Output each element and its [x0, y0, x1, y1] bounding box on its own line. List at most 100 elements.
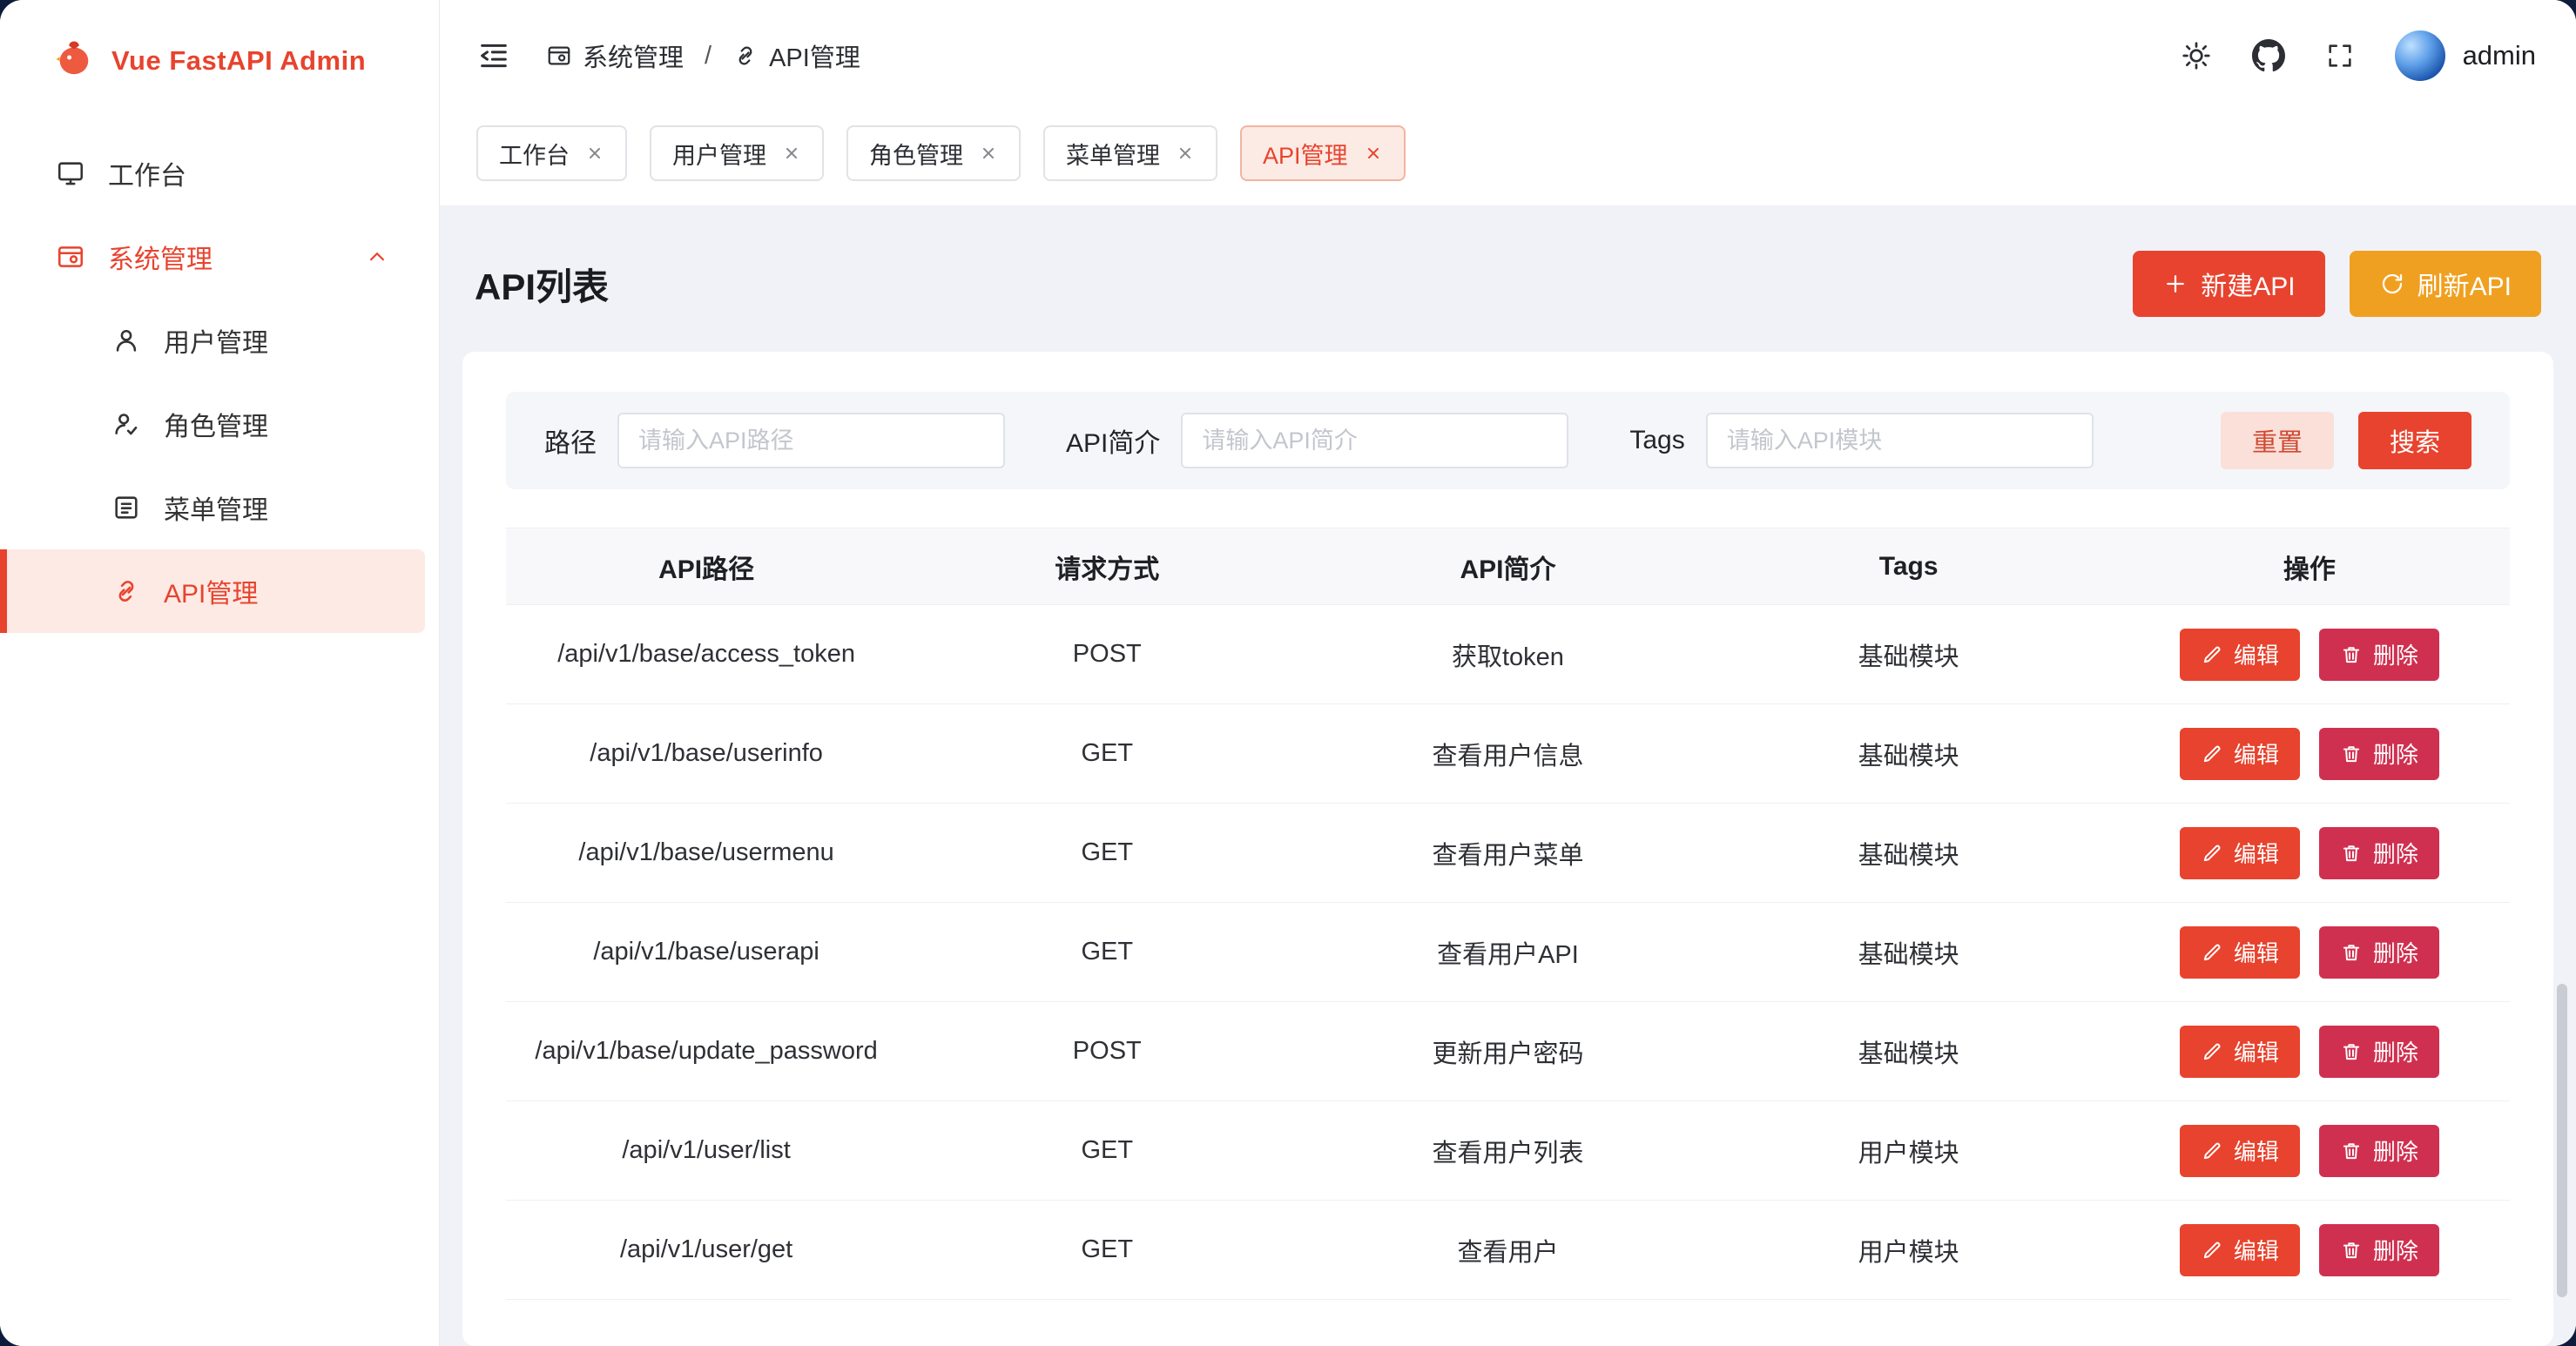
cell-api-path: /api/v1/base/userapi — [506, 903, 907, 1002]
delete-button[interactable]: 删除 — [2319, 1026, 2439, 1078]
sidebar-item-system[interactable]: 系统管理 — [0, 215, 425, 299]
cell-summary: 查看用户API — [1307, 903, 1708, 1002]
delete-button-label: 删除 — [2373, 638, 2418, 670]
delete-button[interactable]: 删除 — [2319, 1125, 2439, 1177]
sidebar-item-users[interactable]: 用户管理 — [0, 299, 425, 382]
path-filter-input[interactable] — [617, 413, 1005, 468]
pencil-icon — [2201, 1140, 2223, 1162]
cell-actions: 编辑 删除 — [2109, 605, 2510, 704]
trash-icon — [2340, 842, 2363, 865]
edit-button[interactable]: 编辑 — [2180, 1125, 2300, 1177]
theme-sun-icon[interactable] — [2181, 40, 2212, 71]
tab-label: API管理 — [1263, 137, 1348, 171]
app-window: Vue FastAPI Admin 工作台 系统管理 — [0, 0, 2576, 1346]
summary-filter-input[interactable] — [1181, 413, 1568, 468]
edit-button[interactable]: 编辑 — [2180, 629, 2300, 681]
user-menu[interactable]: admin — [2395, 30, 2536, 81]
cell-tags: 基础模块 — [1709, 605, 2109, 704]
tab-close-icon[interactable] — [1364, 144, 1383, 163]
tab-close-icon[interactable] — [585, 144, 604, 163]
filter-bar: 路径 API简介 Tags 重置 搜索 — [506, 392, 2510, 489]
breadcrumb-label: API管理 — [769, 37, 860, 74]
tab-label: 菜单管理 — [1066, 137, 1160, 171]
pencil-icon — [2201, 941, 2223, 964]
sidebar-item-label: 系统管理 — [108, 238, 212, 276]
tab-close-icon[interactable] — [782, 144, 801, 163]
breadcrumb: 系统管理 / API管理 — [546, 37, 860, 74]
delete-button[interactable]: 删除 — [2319, 728, 2439, 780]
edit-button-label: 编辑 — [2234, 1134, 2279, 1167]
create-api-label: 新建API — [2201, 265, 2295, 303]
delete-button-label: 删除 — [2373, 837, 2418, 869]
delete-button[interactable]: 删除 — [2319, 629, 2439, 681]
tab[interactable]: 菜单管理 — [1043, 125, 1217, 181]
github-icon[interactable] — [2252, 39, 2285, 72]
vertical-scrollbar-thumb[interactable] — [2557, 984, 2567, 1297]
breadcrumb-item-system[interactable]: 系统管理 — [546, 37, 684, 74]
cell-tags: 基础模块 — [1709, 1002, 2109, 1101]
cell-summary: 查看用户 — [1307, 1201, 1708, 1300]
sidebar-item-roles[interactable]: 角色管理 — [0, 382, 425, 466]
col-tags: Tags — [1709, 528, 2109, 605]
brand: Vue FastAPI Admin — [0, 0, 439, 105]
tab[interactable]: 用户管理 — [650, 125, 824, 181]
main-area: 系统管理 / API管理 — [440, 0, 2576, 1346]
cell-summary: 查看用户列表 — [1307, 1101, 1708, 1201]
delete-button[interactable]: 删除 — [2319, 827, 2439, 879]
table-row: /api/v1/user/get GET 查看用户 用户模块 — [506, 1201, 2510, 1300]
delete-button-label: 删除 — [2373, 1234, 2418, 1266]
chick-logo-icon — [54, 38, 94, 83]
refresh-api-button[interactable]: 刷新API — [2350, 251, 2541, 317]
page-head: API列表 新建API 刷新API — [462, 205, 2553, 352]
search-button[interactable]: 搜索 — [2358, 412, 2471, 469]
sidebar-item-workbench[interactable]: 工作台 — [0, 131, 425, 215]
table-row: /api/v1/base/userinfo GET 查看用户信息 基础模块 — [506, 704, 2510, 804]
tabs-bar: 工作台 用户管理 — [440, 111, 2576, 205]
cell-tags: 用户模块 — [1709, 1101, 2109, 1201]
sidebar-item-label: 工作台 — [108, 154, 186, 192]
delete-button-label: 删除 — [2373, 1134, 2418, 1167]
trash-icon — [2340, 643, 2363, 666]
system-settings-icon — [546, 43, 572, 69]
tab[interactable]: API管理 — [1240, 125, 1406, 181]
user-icon — [111, 326, 141, 355]
sidebar: Vue FastAPI Admin 工作台 系统管理 — [0, 0, 440, 1346]
tab[interactable]: 工作台 — [476, 125, 627, 181]
edit-button[interactable]: 编辑 — [2180, 926, 2300, 979]
delete-button-label: 删除 — [2373, 1035, 2418, 1067]
api-link-icon — [732, 43, 759, 69]
tab[interactable]: 角色管理 — [846, 125, 1021, 181]
reset-button[interactable]: 重置 — [2221, 412, 2334, 469]
pencil-icon — [2201, 1040, 2223, 1063]
trash-icon — [2340, 1040, 2363, 1063]
plus-icon — [2162, 271, 2188, 297]
edit-button-label: 编辑 — [2234, 1035, 2279, 1067]
breadcrumb-item-api[interactable]: API管理 — [732, 37, 860, 74]
sidebar-collapse-icon[interactable] — [476, 38, 511, 73]
trash-icon — [2340, 1140, 2363, 1162]
edit-button-label: 编辑 — [2234, 936, 2279, 968]
edit-button[interactable]: 编辑 — [2180, 1026, 2300, 1078]
role-icon — [111, 409, 141, 439]
fullscreen-icon[interactable] — [2325, 41, 2355, 71]
create-api-button[interactable]: 新建API — [2133, 251, 2324, 317]
content: API列表 新建API 刷新API — [440, 205, 2576, 1346]
system-submenu: 用户管理 角色管理 菜单管理 — [0, 299, 439, 633]
col-method: 请求方式 — [907, 528, 1307, 605]
sidebar-item-api[interactable]: API管理 — [0, 549, 425, 633]
refresh-api-label: 刷新API — [2418, 265, 2512, 303]
edit-button-label: 编辑 — [2234, 737, 2279, 770]
edit-button[interactable]: 编辑 — [2180, 827, 2300, 879]
api-table-head: API路径 请求方式 API简介 Tags 操作 — [506, 528, 2510, 605]
sidebar-item-menus[interactable]: 菜单管理 — [0, 466, 425, 549]
col-actions: 操作 — [2109, 528, 2510, 605]
delete-button[interactable]: 删除 — [2319, 1224, 2439, 1276]
edit-button[interactable]: 编辑 — [2180, 1224, 2300, 1276]
table-row: /api/v1/base/access_token POST 获取token 基… — [506, 605, 2510, 704]
edit-button[interactable]: 编辑 — [2180, 728, 2300, 780]
delete-button[interactable]: 删除 — [2319, 926, 2439, 979]
tab-close-icon[interactable] — [979, 144, 998, 163]
tab-close-icon[interactable] — [1176, 144, 1195, 163]
tags-filter-input[interactable] — [1706, 413, 2094, 468]
topbar-right: admin — [2181, 30, 2536, 81]
